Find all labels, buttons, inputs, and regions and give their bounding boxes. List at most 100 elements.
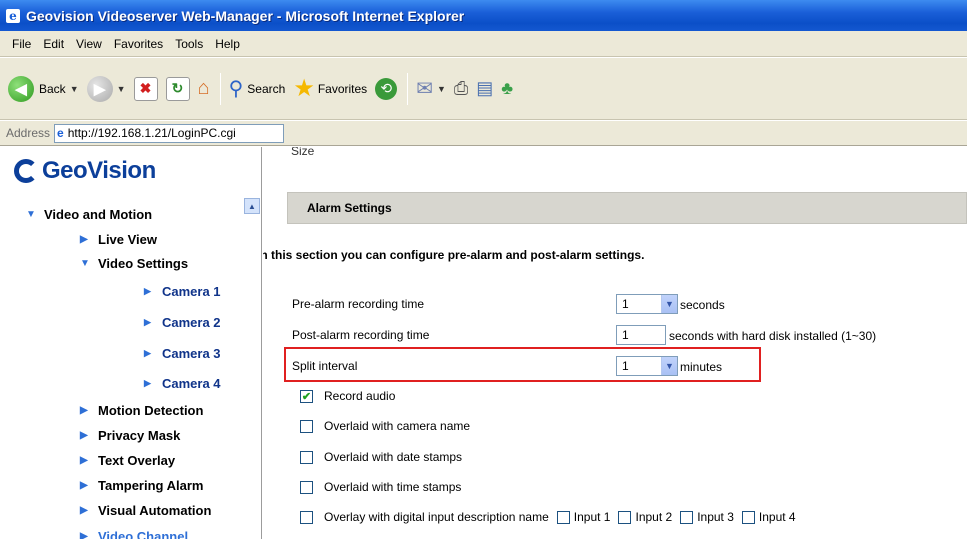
menu-tools[interactable]: Tools bbox=[169, 37, 209, 51]
menu-edit[interactable]: Edit bbox=[37, 37, 70, 51]
camera-name-option[interactable]: Overlaid with camera name bbox=[300, 419, 470, 433]
sidebar-item-label: Visual Automation bbox=[98, 503, 212, 518]
input-1-label: Input 1 bbox=[573, 510, 611, 524]
menu-view[interactable]: View bbox=[70, 37, 108, 51]
input-1-checkbox[interactable] bbox=[556, 510, 570, 524]
collapsed-triangle-icon: ▶ bbox=[80, 430, 88, 441]
search-icon: ⚲ bbox=[228, 78, 244, 100]
expanded-triangle-icon: ▼ bbox=[26, 209, 36, 220]
sidebar-item-visual-automation[interactable]: ▶ Visual Automation bbox=[80, 503, 211, 518]
time-stamps-option[interactable]: Overlaid with time stamps bbox=[300, 480, 461, 494]
back-arrow-icon: ◀ bbox=[8, 75, 34, 102]
input-3-label: Input 3 bbox=[697, 510, 734, 524]
page-icon: e bbox=[57, 126, 64, 140]
menu-help[interactable]: Help bbox=[209, 37, 246, 51]
sidebar-item-text-overlay[interactable]: ▶ Text Overlay bbox=[80, 453, 175, 468]
record-audio-option[interactable]: ✔ Record audio bbox=[300, 389, 395, 403]
date-stamps-option[interactable]: Overlaid with date stamps bbox=[300, 450, 462, 464]
pre-alarm-label: Pre-alarm recording time bbox=[292, 297, 425, 311]
sidebar-item-video-channel[interactable]: ▶ Video Channel bbox=[80, 529, 188, 539]
search-button[interactable]: ⚲ Search bbox=[229, 76, 286, 101]
sidebar-item-label: Camera 3 bbox=[162, 346, 221, 361]
print-button[interactable]: ⎙ bbox=[454, 78, 468, 99]
chevron-down-icon: ▼ bbox=[661, 357, 677, 375]
menu-favorites[interactable]: Favorites bbox=[108, 37, 169, 51]
sidebar-item-video-and-motion[interactable]: ▼ Video and Motion bbox=[26, 207, 152, 222]
collapsed-triangle-icon: ▶ bbox=[80, 505, 88, 516]
stop-button[interactable]: ✖ bbox=[133, 76, 158, 101]
sidebar-item-tampering-alarm[interactable]: ▶ Tampering Alarm bbox=[80, 478, 203, 493]
digital-input-option[interactable]: Overlay with digital input description n… bbox=[300, 510, 796, 524]
history-button[interactable]: ⟲ bbox=[375, 77, 398, 100]
refresh-button[interactable]: ↻ bbox=[165, 76, 190, 101]
collapsed-triangle-icon: ▶ bbox=[80, 455, 88, 466]
pre-alarm-unit: seconds bbox=[680, 298, 725, 312]
sidebar-item-label: Text Overlay bbox=[98, 453, 176, 468]
post-alarm-label: Post-alarm recording time bbox=[292, 328, 430, 342]
camera-name-checkbox[interactable] bbox=[300, 419, 313, 433]
content-frame: Size Alarm Settings In this section you … bbox=[263, 147, 967, 539]
refresh-icon: ↻ bbox=[165, 76, 190, 101]
address-url: http://192.168.1.21/LoginPC.cgi bbox=[67, 126, 236, 140]
favorites-label: Favorites bbox=[317, 81, 368, 96]
toolbar-separator bbox=[219, 72, 221, 105]
edit-page-icon: ▤ bbox=[476, 78, 494, 98]
split-interval-select[interactable]: 1 ▼ bbox=[616, 356, 678, 376]
input-3-checkbox[interactable] bbox=[680, 510, 694, 524]
home-icon: ⌂ bbox=[197, 77, 210, 99]
back-button[interactable]: ◀ Back ▼ bbox=[8, 75, 79, 102]
sidebar-item-motion-detection[interactable]: ▶ Motion Detection bbox=[80, 403, 203, 418]
split-interval-unit: minutes bbox=[680, 360, 723, 374]
sidebar-item-label: Tampering Alarm bbox=[98, 478, 204, 493]
collapsed-triangle-icon: ▶ bbox=[144, 317, 151, 327]
sidebar-item-live-view[interactable]: ▶ Live View bbox=[80, 232, 157, 247]
digital-input-checkbox[interactable] bbox=[300, 510, 313, 524]
chevron-down-icon: ▼ bbox=[116, 83, 126, 94]
sidebar-item-camera-1[interactable]: ▶ Camera 1 bbox=[144, 284, 221, 299]
address-input[interactable]: e http://192.168.1.21/LoginPC.cgi bbox=[54, 123, 285, 143]
time-stamps-checkbox[interactable] bbox=[300, 480, 313, 494]
sidebar-item-label: Motion Detection bbox=[98, 403, 204, 418]
toolbar-separator bbox=[407, 72, 409, 105]
collapsed-triangle-icon: ▶ bbox=[144, 378, 151, 388]
record-audio-checkbox[interactable]: ✔ bbox=[300, 389, 313, 403]
sidebar-item-privacy-mask[interactable]: ▶ Privacy Mask bbox=[80, 428, 180, 443]
sidebar-item-label: Camera 1 bbox=[162, 284, 221, 299]
sidebar-item-label: Camera 2 bbox=[162, 315, 221, 330]
sidebar-item-video-settings[interactable]: ▼ Video Settings bbox=[80, 256, 188, 271]
collapsed-triangle-icon: ▶ bbox=[80, 405, 88, 416]
partial-size-label: Size bbox=[291, 147, 315, 158]
sidebar-item-label: Privacy Mask bbox=[98, 428, 181, 443]
messenger-icon: ♣ bbox=[501, 78, 514, 98]
favorites-button[interactable]: ★ Favorites bbox=[293, 74, 367, 103]
checkbox-label: Overlaid with camera name bbox=[324, 419, 471, 433]
sidebar-item-label: Video Settings bbox=[98, 256, 189, 271]
sidebar-item-camera-3[interactable]: ▶ Camera 3 bbox=[144, 346, 221, 361]
collapsed-triangle-icon: ▶ bbox=[80, 531, 88, 539]
post-alarm-value: 1 bbox=[622, 328, 629, 342]
input-4-checkbox[interactable] bbox=[741, 510, 755, 524]
post-alarm-input[interactable]: 1 bbox=[616, 325, 666, 345]
collapsed-triangle-icon: ▶ bbox=[80, 480, 88, 491]
geovision-logo-icon bbox=[14, 159, 38, 183]
section-title: Alarm Settings bbox=[307, 201, 392, 215]
sidebar-item-camera-2[interactable]: ▶ Camera 2 bbox=[144, 315, 221, 330]
navigation-frame: GeoVision ▲ ▼ Video and Motion ▶ Live Vi… bbox=[0, 147, 262, 539]
mail-button[interactable]: ✉ ▼ bbox=[416, 76, 446, 101]
menu-file[interactable]: File bbox=[6, 37, 37, 51]
home-button[interactable]: ⌂ bbox=[198, 77, 210, 100]
pre-alarm-select[interactable]: 1 ▼ bbox=[616, 294, 678, 314]
checkbox-label: Overlaid with date stamps bbox=[324, 450, 463, 464]
messenger-button[interactable]: ♣ bbox=[501, 78, 513, 99]
sidebar-item-camera-4[interactable]: ▶ Camera 4 bbox=[144, 376, 221, 391]
input-2-checkbox[interactable] bbox=[618, 510, 632, 524]
geovision-logo: GeoVision bbox=[14, 157, 156, 185]
edit-button[interactable]: ▤ bbox=[476, 78, 493, 99]
date-stamps-checkbox[interactable] bbox=[300, 450, 313, 464]
sidebar-item-label: Video Channel bbox=[98, 529, 189, 539]
forward-button[interactable]: ▶ ▼ bbox=[86, 75, 126, 102]
sidebar-item-label: Live View bbox=[98, 232, 158, 247]
split-interval-label: Split interval bbox=[292, 359, 358, 373]
history-icon: ⟲ bbox=[375, 77, 398, 100]
scroll-up-button[interactable]: ▲ bbox=[244, 198, 260, 214]
